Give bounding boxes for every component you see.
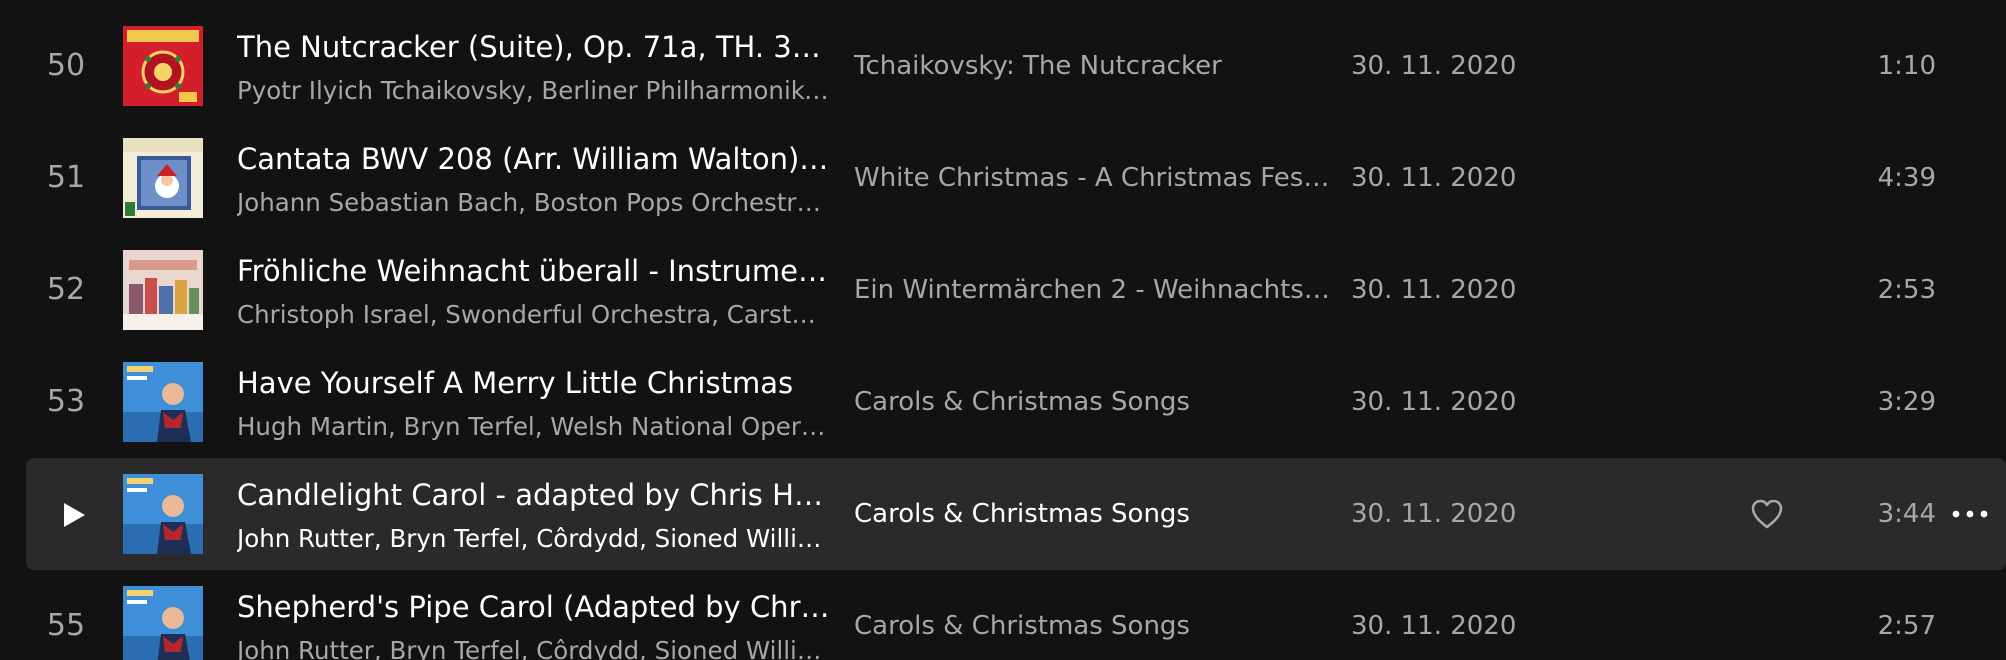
track-album[interactable]: White Christmas - A Christmas Festival [854, 122, 1332, 234]
track-album[interactable]: Carols & Christmas Songs [854, 346, 1332, 458]
date-added: 30. 11. 2020 [1351, 387, 1517, 417]
artist-link[interactable]: Côrdydd [536, 524, 639, 553]
track-row[interactable]: 55 Shepherd's Pipe Carol (Adapted by Chr… [26, 570, 2006, 660]
track-number: 51 [46, 160, 86, 195]
track-title[interactable]: The Nutcracker (Suite), Op. 71a, TH. 35:… [237, 30, 837, 64]
tracklist: 50 The Nutcracker (Suite), Op. 71a, TH. … [0, 0, 2006, 660]
track-row[interactable]: 50 The Nutcracker (Suite), Op. 71a, TH. … [26, 10, 2006, 122]
play-icon[interactable] [62, 502, 86, 528]
track-artists[interactable]: Pyotr Ilyich Tchaikovsky, Berliner Philh… [237, 76, 830, 105]
date-added: 30. 11. 2020 [1351, 275, 1517, 305]
track-row[interactable]: 53 Have Yourself A Merry Little Christma… [26, 346, 2006, 458]
track-title[interactable]: Have Yourself A Merry Little Christmas [237, 366, 837, 400]
artist-separator: , [373, 524, 390, 553]
album-cover [123, 138, 203, 218]
album-cover [123, 250, 203, 330]
track-number: 52 [46, 272, 86, 307]
date-added: 30. 11. 2020 [1351, 611, 1517, 641]
date-added: 30. 11. 2020 [1351, 163, 1517, 193]
track-artists[interactable]: John Rutter, Bryn Terfel, Côrdydd, Sione… [237, 636, 830, 660]
track-number: 50 [46, 48, 86, 83]
more-options-icon[interactable] [1950, 504, 1990, 524]
album-cover [123, 474, 203, 554]
artist-separator: , [639, 524, 655, 553]
track-artists[interactable]: Hugh Martin, Bryn Terfel, Welsh National… [237, 412, 830, 441]
track-title[interactable]: Fröhliche Weihnacht überall - Instrument… [237, 254, 837, 288]
artist-link[interactable]: John Rutter [237, 524, 374, 553]
track-number: 55 [46, 608, 86, 643]
track-duration: 3:29 [1877, 387, 1936, 417]
track-album[interactable]: Tchaikovsky: The Nutcracker [854, 10, 1332, 122]
track-album[interactable]: Carols & Christmas Songs [854, 570, 1332, 660]
track-number: 53 [46, 384, 86, 419]
heart-icon[interactable] [1750, 498, 1784, 530]
track-artists[interactable]: Christoph Israel, Swonderful Orchestra, … [237, 300, 830, 329]
track-artists[interactable]: Johann Sebastian Bach, Boston Pops Orche… [237, 188, 830, 217]
artist-link[interactable]: Sioned Williams [655, 524, 830, 553]
album-cover [123, 586, 203, 660]
track-title[interactable]: Cantata BWV 208 (Arr. William Walton): S… [237, 142, 837, 176]
date-added: 30. 11. 2020 [1351, 51, 1517, 81]
track-duration: 2:57 [1877, 611, 1936, 641]
track-row[interactable]: 51 Cantata BWV 208 (Arr. William Walton)… [26, 122, 2006, 234]
track-row[interactable]: 52 Fröhliche Weihnacht überall - Instrum… [26, 234, 2006, 346]
track-duration: 3:44 [1877, 499, 1936, 529]
track-duration: 1:10 [1877, 51, 1936, 81]
track-row-active[interactable]: Candlelight Carol - adapted by Chris Haz… [26, 458, 2006, 570]
artist-link[interactable]: Bryn Terfel [389, 524, 520, 553]
track-album[interactable]: Ein Wintermärchen 2 - Weihnachtsmusik [854, 234, 1332, 346]
track-title[interactable]: Shepherd's Pipe Carol (Adapted by Chris … [237, 590, 837, 624]
album-cover [123, 26, 203, 106]
artist-separator: , [520, 524, 537, 553]
album-cover [123, 362, 203, 442]
track-artists: John Rutter, Bryn Terfel, Côrdydd, Sione… [237, 524, 830, 553]
track-title[interactable]: Candlelight Carol - adapted by Chris Haz… [237, 478, 837, 512]
track-duration: 2:53 [1877, 275, 1936, 305]
track-duration: 4:39 [1877, 163, 1936, 193]
track-album[interactable]: Carols & Christmas Songs [854, 458, 1332, 570]
date-added: 30. 11. 2020 [1351, 499, 1517, 529]
